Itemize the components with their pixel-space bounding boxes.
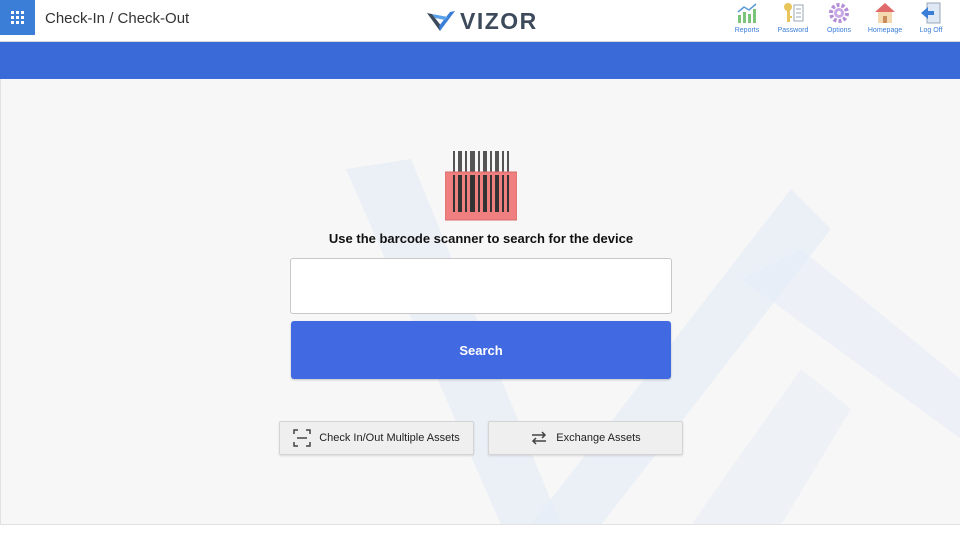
nav-label: Options [826, 27, 852, 34]
scan-instruction: Use the barcode scanner to search for th… [328, 231, 634, 246]
nav-options[interactable]: Options [816, 1, 862, 34]
barcode-scanner-icon [445, 151, 517, 221]
app-menu-button[interactable] [0, 0, 35, 35]
nav-label: Password [777, 27, 809, 34]
multi-button-label: Check In/Out Multiple Assets [319, 432, 460, 444]
main-content: Use the barcode scanner to search for th… [0, 79, 960, 525]
page-title: Check-In / Check-Out [45, 10, 190, 27]
log-off-icon [921, 2, 941, 24]
nav-reports[interactable]: Reports [724, 1, 770, 34]
barcode-search-input[interactable] [290, 258, 672, 314]
options-gear-icon [829, 3, 849, 23]
search-button[interactable]: Search [291, 321, 671, 379]
grid-icon [11, 11, 24, 24]
exchange-button-label: Exchange Assets [556, 432, 641, 444]
vizor-logo-icon [427, 11, 455, 31]
password-key-icon [784, 3, 804, 22]
nav-label: Log Off [919, 27, 943, 34]
top-bar: Check-In / Check-Out VIZOR Reports Passw… [0, 0, 960, 42]
check-in-out-multiple-button[interactable]: Check In/Out Multiple Assets [279, 421, 474, 455]
home-icon [875, 3, 895, 23]
exchange-arrows-icon [532, 431, 547, 445]
vizor-logo: VIZOR [426, 7, 538, 35]
nav-homepage[interactable]: Homepage [862, 1, 908, 34]
accent-bar [0, 42, 960, 79]
reports-chart-icon [737, 3, 757, 23]
exchange-assets-button[interactable]: Exchange Assets [488, 421, 683, 455]
nav-label: Reports [734, 27, 760, 34]
nav-log-off[interactable]: Log Off [908, 1, 954, 34]
nav-label: Homepage [867, 27, 903, 34]
logo-text: VIZOR [460, 7, 538, 34]
top-nav: Reports Password Options Homepage Log Of… [724, 1, 954, 34]
nav-password[interactable]: Password [770, 1, 816, 34]
scan-frame-icon [293, 429, 311, 447]
